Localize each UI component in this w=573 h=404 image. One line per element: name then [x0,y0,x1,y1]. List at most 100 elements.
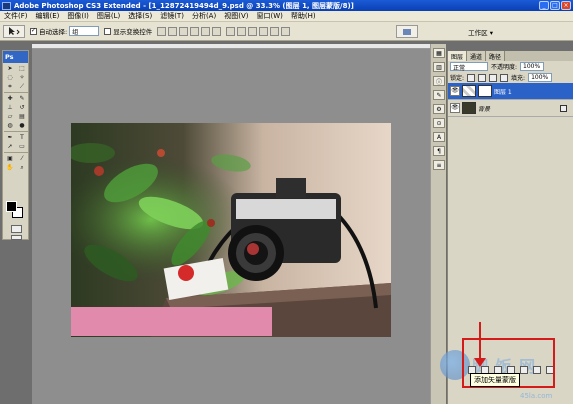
eyedropper-tool[interactable]: ⁄ [16,154,28,163]
zoom-tool[interactable]: ⌕ [16,163,28,172]
pink-shape-overlay [71,307,272,336]
lock-position-icon[interactable] [489,73,498,82]
tab-layers[interactable]: 图层 [448,51,468,61]
eraser-tool[interactable]: ▱ [4,112,16,121]
layer-comps-icon[interactable]: ≡ [433,160,445,170]
align-hcenter-icon[interactable] [201,26,211,36]
healing-brush-tool[interactable]: ✚ [4,94,16,103]
layer-name: 背景 [478,105,491,113]
clone-source-icon[interactable]: ⊙ [433,118,445,128]
shape-tool[interactable]: ▭ [16,142,28,151]
screen-mode-button[interactable] [11,235,22,240]
lock-label: 锁定: [450,75,465,82]
tool-preset-picker[interactable] [3,24,25,38]
pen-tool[interactable]: ✒ [4,133,16,142]
histogram-icon[interactable]: ▥ [433,62,445,72]
clone-stamp-tool[interactable]: ⊥ [4,103,16,112]
tooltip: 添加矢量蒙版 [470,373,520,387]
tool-grid: ➤ ⬚ ◌ ✧ ⌗ ⟋ ✚ ✎ ⊥ ↺ ▱ ▤ ◍ ● ✒ T ➚ ▭ ▣ ⁄ … [3,63,28,173]
menu-bar: 文件(F) 编辑(E) 图像(I) 图层(L) 选择(S) 滤镜(T) 分析(A… [0,11,573,22]
ps-logo: Ps [3,51,28,63]
menu-file[interactable]: 文件(F) [0,11,32,21]
fill-field[interactable]: 100% [528,73,553,82]
crop-tool[interactable]: ⌗ [4,82,16,91]
align-top-icon[interactable] [157,26,167,36]
app-icon [2,1,11,10]
blur-tool[interactable]: ◍ [4,121,16,130]
auto-select-checkbox[interactable]: ✓ [30,27,37,35]
distribute-buttons [226,26,291,36]
tab-paths[interactable]: 路径 [486,51,506,61]
bridge-button[interactable] [396,25,418,38]
menu-window[interactable]: 窗口(W) [252,11,286,21]
type-tool[interactable]: T [16,133,28,142]
distribute-right-icon[interactable] [281,26,291,36]
workspace-menu[interactable]: 工作区 ▾ [468,27,493,37]
layer-row[interactable]: 👁 背景 [448,100,573,117]
distribute-hcenter-icon[interactable] [270,26,280,36]
options-bar: ✓ 自动选择: 组 显示变换控件 工作区 ▾ [0,22,573,41]
lock-all-icon[interactable] [500,73,509,82]
tool-presets-icon[interactable]: ⚙ [433,104,445,114]
close-button[interactable]: × [561,1,571,10]
marquee-tool[interactable]: ⬚ [16,64,28,73]
character-icon[interactable]: A [433,132,445,142]
lock-row: 锁定: 填充: 100% [448,72,573,83]
distribute-top-icon[interactable] [226,26,236,36]
align-right-icon[interactable] [212,26,222,36]
auto-select-option: ✓ 自动选择: 组 [30,26,100,36]
menu-image[interactable]: 图像(I) [63,11,93,21]
lock-pixels-icon[interactable] [478,73,487,82]
auto-select-dropdown[interactable]: 组 [69,26,100,36]
move-tool[interactable]: ➤ [4,64,16,73]
distribute-vcenter-icon[interactable] [237,26,247,36]
menu-help[interactable]: 帮助(H) [287,11,320,21]
lock-transparency-icon[interactable] [467,73,476,82]
menu-layer[interactable]: 图层(L) [93,11,124,21]
magic-wand-tool[interactable]: ✧ [16,73,28,82]
distribute-left-icon[interactable] [259,26,269,36]
distribute-bottom-icon[interactable] [248,26,258,36]
quick-mask-button[interactable] [11,225,22,233]
tab-channels[interactable]: 通道 [467,51,487,61]
navigator-icon[interactable]: ▦ [433,48,445,58]
brush-tool[interactable]: ✎ [16,94,28,103]
menu-view[interactable]: 视图(V) [220,11,252,21]
hand-tool[interactable]: ✋ [4,163,16,172]
opacity-field[interactable]: 100% [520,62,545,71]
document-photo [71,123,391,337]
gradient-tool[interactable]: ▤ [16,112,28,121]
lock-icon [560,104,567,112]
camera-photo-image [71,123,391,337]
menu-analysis[interactable]: 分析(A) [188,11,220,21]
layer-mask-thumbnail[interactable] [478,85,492,97]
lasso-tool[interactable]: ◌ [4,73,16,82]
slice-tool[interactable]: ⟋ [16,82,28,91]
fill-label: 填充: [511,75,526,82]
path-selection-tool[interactable]: ➚ [4,142,16,151]
bridge-icon [403,28,411,35]
visibility-eye-icon[interactable]: 👁 [450,103,460,113]
visibility-eye-icon[interactable]: 👁 [450,86,460,96]
minimize-button[interactable]: _ [539,1,549,10]
brushes-icon[interactable]: ✎ [433,90,445,100]
maximize-button[interactable]: □ [550,1,560,10]
notes-tool[interactable]: ▣ [4,154,16,163]
blend-mode-dropdown[interactable]: 正常 [450,62,488,72]
history-brush-tool[interactable]: ↺ [16,103,28,112]
foreground-color-swatch[interactable] [6,201,17,212]
menu-select[interactable]: 选择(S) [124,11,156,21]
align-left-icon[interactable] [190,26,200,36]
photoshop-window: Adobe Photoshop CS3 Extended - [1_128724… [0,0,573,404]
dodge-tool[interactable]: ● [16,121,28,130]
info-icon[interactable]: ⓘ [433,76,445,86]
align-bottom-icon[interactable] [179,26,189,36]
layer-row[interactable]: 👁 图层 1 [448,83,573,100]
show-transform-checkbox[interactable] [104,27,112,35]
title-bar: Adobe Photoshop CS3 Extended - [1_128724… [0,0,573,11]
menu-filter[interactable]: 滤镜(T) [156,11,188,21]
align-vcenter-icon[interactable] [168,26,178,36]
menu-edit[interactable]: 编辑(E) [32,11,64,21]
opacity-label: 不透明度: [491,64,518,71]
paragraph-icon[interactable]: ¶ [433,146,445,156]
